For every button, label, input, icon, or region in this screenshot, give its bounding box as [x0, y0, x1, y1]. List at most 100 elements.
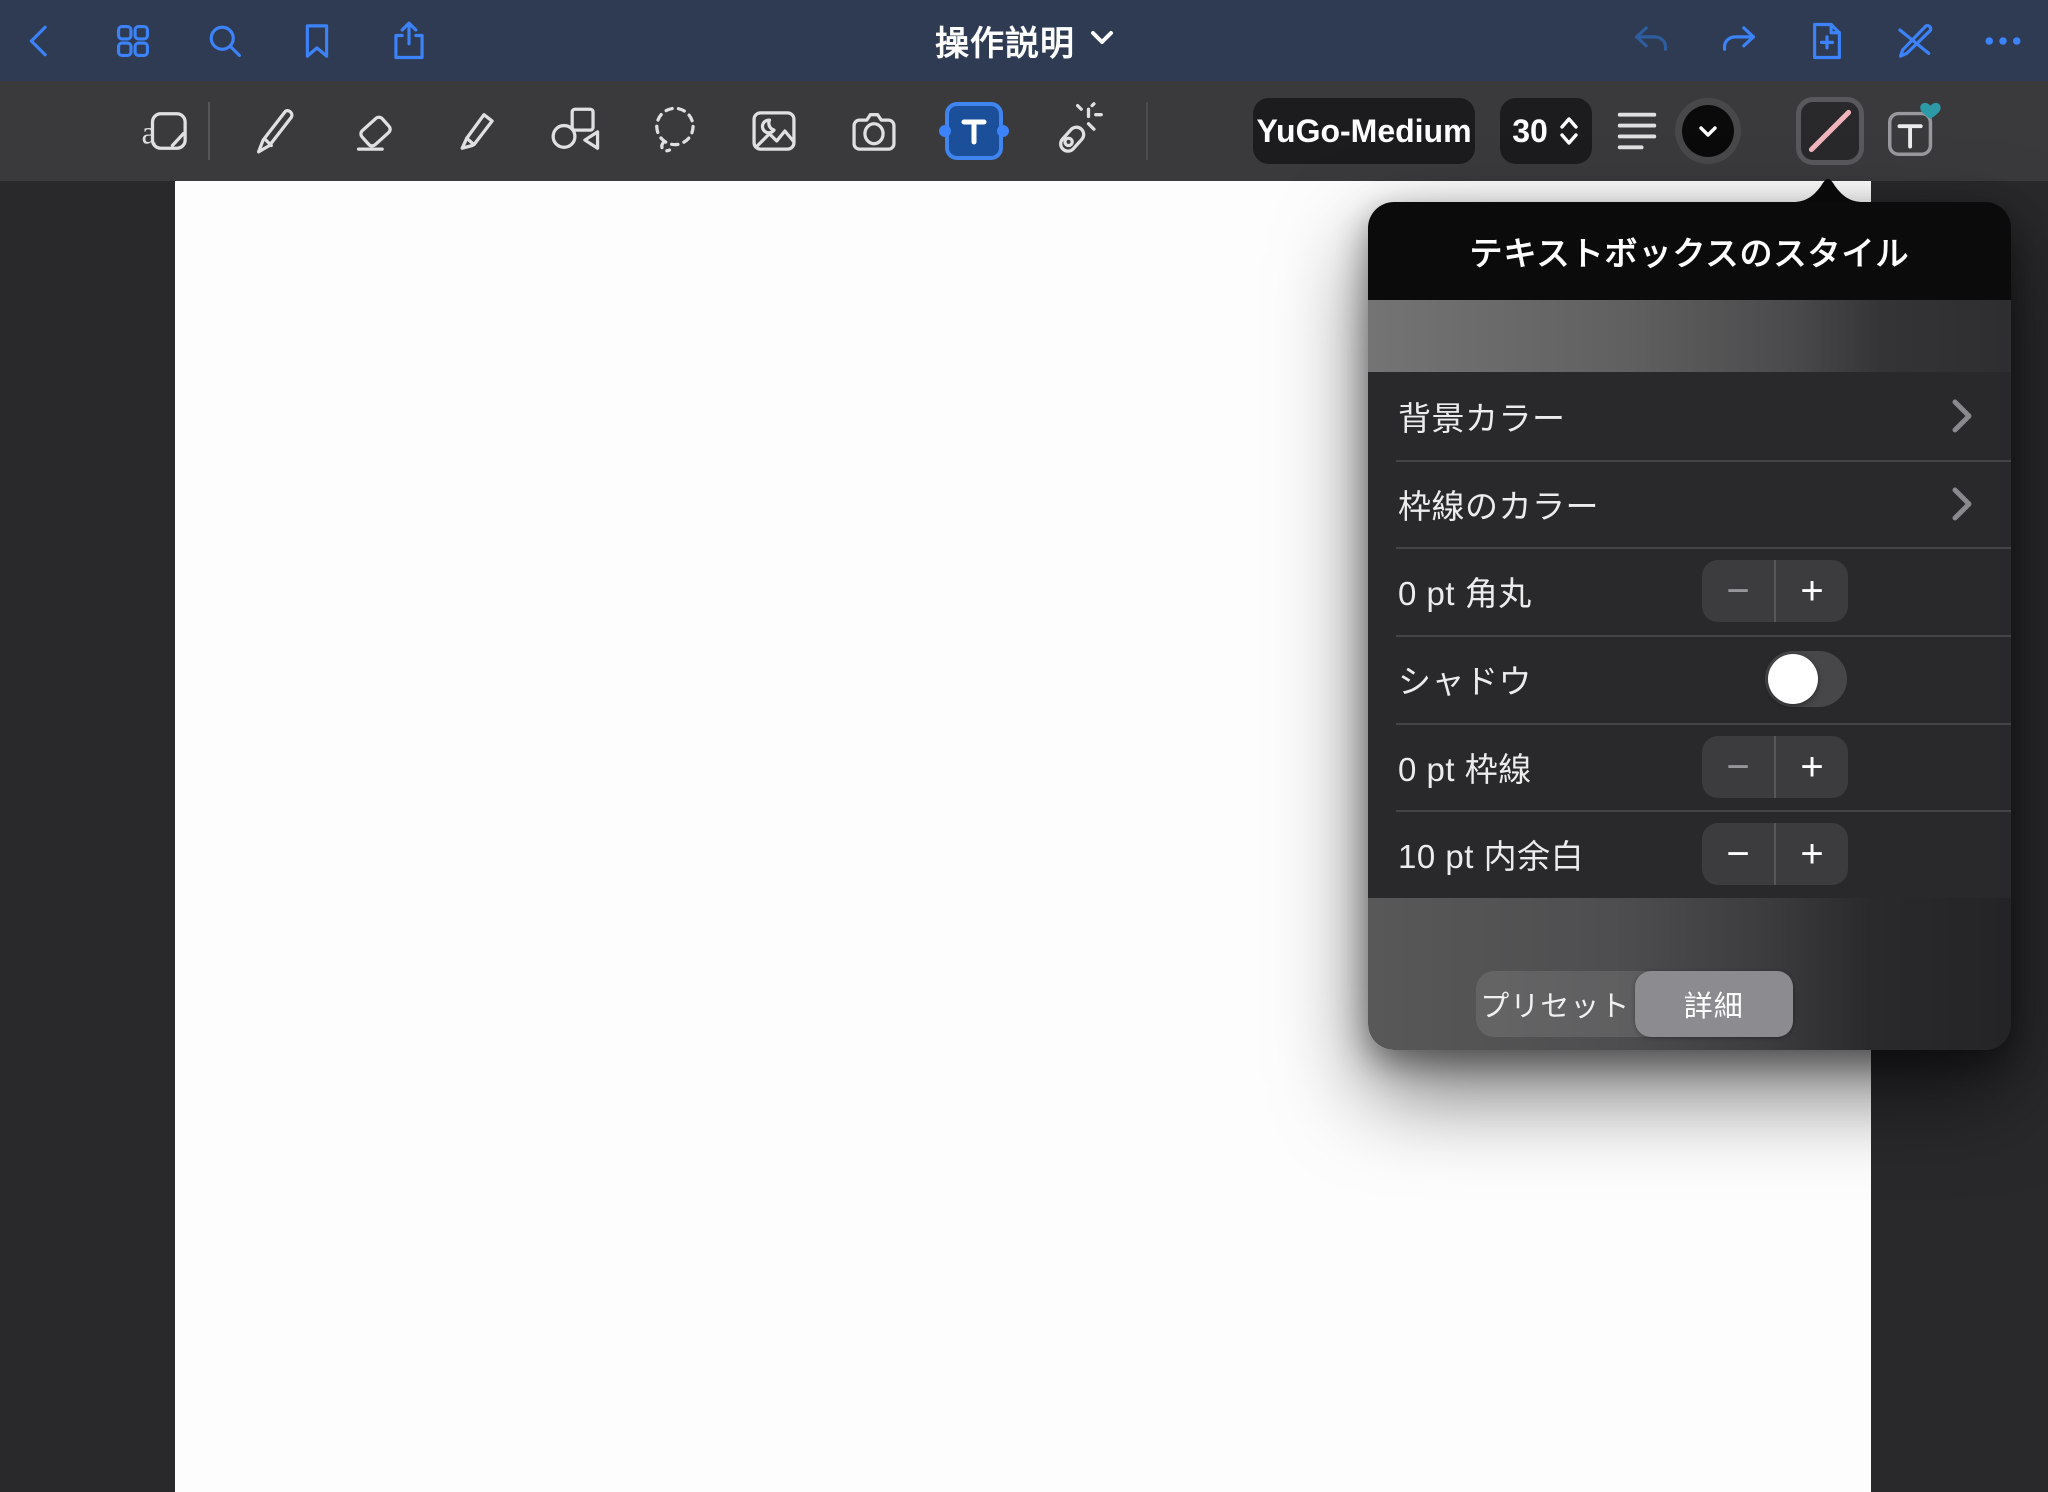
pen-icon — [245, 102, 303, 160]
font-size-value: 30 — [1512, 113, 1548, 150]
text-tool-selected-icon — [945, 102, 1003, 160]
laser-pointer-icon — [1045, 102, 1103, 160]
font-family-button[interactable]: YuGo-Medium — [1253, 98, 1475, 164]
back-chevron-icon — [19, 19, 63, 63]
textbox-style-popover: テキストボックスのスタイル 背景カラー 枠線のカラー — [1368, 202, 2011, 1050]
popover-spacer-band — [1368, 300, 2011, 372]
document-title-button[interactable]: 操作説明 — [935, 0, 1113, 81]
current-color-swatch — [1682, 105, 1734, 157]
back-button[interactable] — [16, 16, 66, 66]
row-background-color[interactable]: 背景カラー — [1368, 372, 2011, 460]
corner-radius-stepper: − + — [1702, 560, 1848, 622]
row-label: 枠線のカラー — [1398, 480, 1599, 528]
plus-button[interactable]: + — [1776, 736, 1848, 798]
laser-pointer-button[interactable] — [1042, 99, 1106, 163]
page-title: 操作説明 — [935, 16, 1075, 65]
highlighter-tool-button[interactable] — [442, 99, 506, 163]
add-page-icon — [1805, 19, 1849, 63]
row-label: 背景カラー — [1398, 392, 1566, 440]
pen-disabled-icon — [1893, 19, 1937, 63]
app-screen: 操作説明 — [0, 0, 2048, 1492]
camera-icon — [845, 102, 903, 160]
border-width-stepper: − + — [1702, 736, 1848, 798]
row-label: 10 pt 内余白 — [1398, 830, 1584, 878]
text-tool-button[interactable] — [942, 99, 1006, 163]
image-icon — [745, 102, 803, 160]
row-corner-radius: 0 pt 角丸 − + — [1368, 547, 2011, 635]
camera-tool-button[interactable] — [842, 99, 906, 163]
share-button[interactable] — [384, 16, 434, 66]
svg-text:a: a — [142, 116, 157, 152]
bookmark-button[interactable] — [292, 16, 342, 66]
updown-chevron-icon — [1558, 115, 1580, 147]
share-icon — [387, 19, 431, 63]
row-border-color[interactable]: 枠線のカラー — [1368, 460, 2011, 548]
font-size-stepper[interactable]: 30 — [1500, 98, 1592, 164]
row-label: シャドウ — [1398, 655, 1532, 703]
popover-title: テキストボックスのスタイル — [1469, 227, 1909, 275]
page-template-button[interactable]: a — [138, 99, 196, 163]
add-page-button[interactable] — [1802, 16, 1852, 66]
minus-button[interactable]: − — [1702, 736, 1776, 798]
shapes-icon — [545, 102, 603, 160]
align-left-icon — [1608, 102, 1666, 160]
pen-tool-button[interactable] — [242, 99, 306, 163]
popover-rows: 背景カラー 枠線のカラー 0 pt 角丸 — [1368, 372, 2011, 898]
bookmark-icon — [295, 19, 339, 63]
color-ring — [1675, 98, 1741, 164]
page-template-icon: a — [138, 102, 196, 160]
minus-button[interactable]: − — [1702, 560, 1776, 622]
redo-icon — [1717, 19, 1761, 63]
more-options-button[interactable] — [1978, 16, 2028, 66]
toggle-knob — [1768, 654, 1818, 704]
top-navigation-bar: 操作説明 — [0, 0, 2048, 81]
eraser-icon — [345, 102, 403, 160]
shadow-toggle[interactable] — [1765, 651, 1847, 707]
text-color-button[interactable] — [1674, 97, 1742, 165]
grid-icon — [111, 19, 155, 63]
preset-segment-button[interactable]: プリセット — [1476, 971, 1635, 1037]
chevron-right-icon — [1949, 396, 1975, 436]
image-tool-button[interactable] — [742, 99, 806, 163]
selection-handle-left — [939, 125, 951, 137]
preset-detail-segmented-control: プリセット 詳細 — [1476, 971, 1793, 1037]
popover-arrow — [1793, 175, 1863, 202]
plus-button[interactable]: + — [1776, 823, 1848, 885]
ellipsis-icon — [1981, 19, 2025, 63]
eraser-tool-button[interactable] — [342, 99, 406, 163]
search-icon — [203, 19, 247, 63]
row-shadow: シャドウ — [1368, 635, 2011, 723]
detail-segment-button[interactable]: 詳細 — [1635, 971, 1794, 1037]
readonly-mode-button[interactable] — [1890, 16, 1940, 66]
minus-button[interactable]: − — [1702, 823, 1776, 885]
row-border-width: 0 pt 枠線 − + — [1368, 723, 2011, 811]
chevron-down-icon — [1091, 31, 1113, 50]
highlighter-icon — [445, 102, 503, 160]
textbox-style-button[interactable] — [1796, 97, 1864, 165]
text-style-favorite-button[interactable] — [1881, 99, 1945, 163]
lasso-tool-button[interactable] — [642, 99, 706, 163]
text-align-button[interactable] — [1605, 99, 1669, 163]
chevron-down-icon — [1699, 126, 1717, 137]
shapes-tool-button[interactable] — [542, 99, 606, 163]
toolbar-divider — [208, 102, 210, 160]
selection-handle-right — [997, 125, 1009, 137]
no-border-line-icon — [1803, 104, 1857, 158]
popover-header: テキストボックスのスタイル — [1368, 202, 2011, 300]
chevron-right-icon — [1949, 484, 1975, 524]
text-style-heart-icon — [1882, 100, 1944, 162]
row-label: 0 pt 枠線 — [1398, 743, 1532, 791]
thumbnails-button[interactable] — [108, 16, 158, 66]
font-name-label: YuGo-Medium — [1256, 113, 1471, 150]
undo-button[interactable] — [1626, 16, 1676, 66]
redo-button[interactable] — [1714, 16, 1764, 66]
search-button[interactable] — [200, 16, 250, 66]
row-padding: 10 pt 内余白 − + — [1368, 810, 2011, 898]
padding-stepper: − + — [1702, 823, 1848, 885]
toolbar-divider — [1146, 102, 1148, 160]
undo-icon — [1629, 19, 1673, 63]
lasso-icon — [645, 102, 703, 160]
plus-button[interactable]: + — [1776, 560, 1848, 622]
row-label: 0 pt 角丸 — [1398, 567, 1532, 615]
tool-bar: a — [0, 81, 2048, 181]
